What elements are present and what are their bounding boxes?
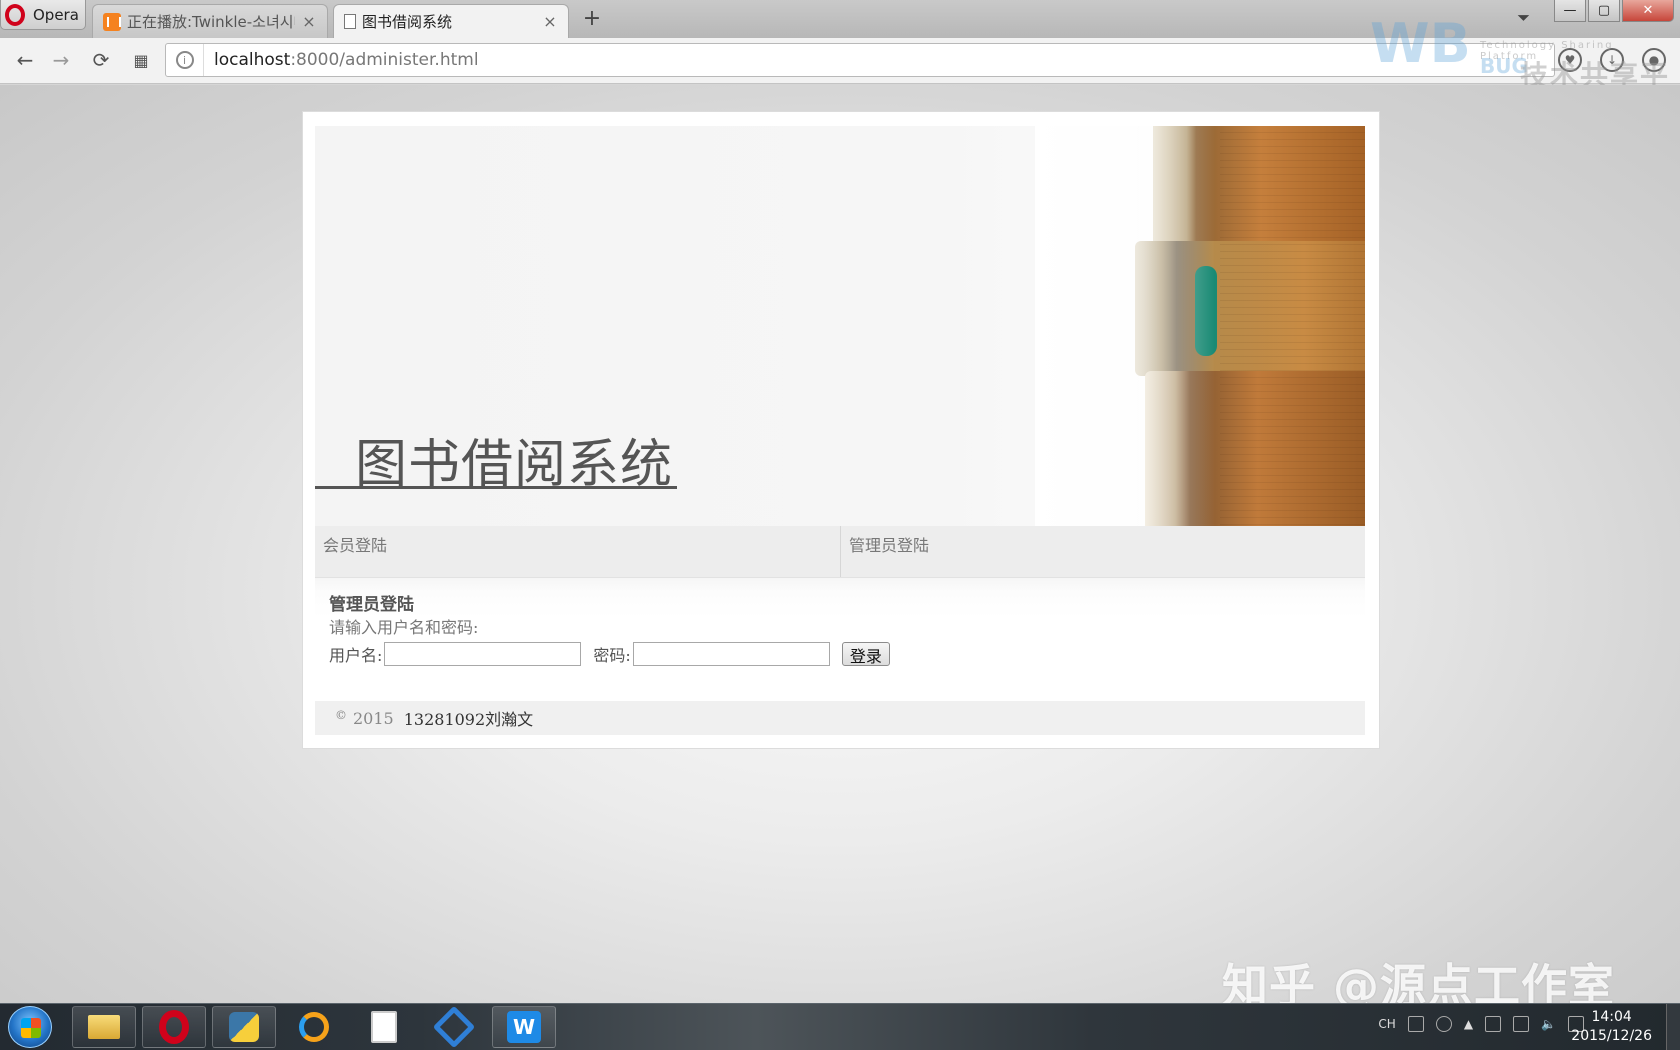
footer-author: 13281092刘瀚文 xyxy=(403,710,534,729)
volume-icon[interactable]: 🔈 xyxy=(1541,1017,1556,1031)
windows-taskbar: W CH ▲ 🔈 14:04 2015/12/26 xyxy=(0,1003,1680,1050)
account-icon[interactable]: ● xyxy=(1642,48,1666,72)
opera-menu-button[interactable]: Opera xyxy=(0,0,86,30)
copyright-symbol: © xyxy=(335,708,347,722)
close-window-button[interactable]: ✕ xyxy=(1622,0,1674,22)
network-icon[interactable] xyxy=(1513,1016,1530,1032)
window-controls: — ▢ ✕ xyxy=(1554,0,1674,22)
heart-icon[interactable]: ♥ xyxy=(1558,48,1582,72)
ie-icon xyxy=(299,1012,329,1042)
tab-music-close-icon[interactable]: × xyxy=(301,12,317,31)
header-banner: 图书借阅系统 xyxy=(315,126,1365,526)
start-button[interactable] xyxy=(8,1006,52,1048)
title-underline xyxy=(315,486,677,489)
tab-music-label: 正在播放:Twinkle-소녀시대 xyxy=(127,13,295,31)
url-host: localhost xyxy=(214,50,291,70)
taskbar-wps[interactable]: W xyxy=(492,1006,556,1048)
tab-admin-login[interactable]: 管理员登陆 xyxy=(840,526,1365,577)
tab-music[interactable]: 正在播放:Twinkle-소녀시대 × xyxy=(92,4,328,38)
tab-library-close-icon[interactable]: × xyxy=(542,12,558,31)
form-title: 管理员登陆 xyxy=(329,595,414,615)
tab-menu-icon[interactable]: ⏷ xyxy=(1517,8,1530,28)
username-input[interactable] xyxy=(384,642,582,666)
new-tab-button[interactable]: + xyxy=(580,6,604,31)
show-desktop-button[interactable] xyxy=(1666,1004,1680,1050)
forward-arrow-icon[interactable]: → xyxy=(48,48,74,72)
login-button[interactable]: 登录 xyxy=(841,642,890,666)
opera-logo-icon xyxy=(5,3,25,26)
form-prompt: 请输入用户名和密码: xyxy=(329,618,479,637)
speed-dial-grid-icon[interactable]: ▦ xyxy=(128,51,154,70)
page-favicon-icon xyxy=(344,14,356,29)
download-icon[interactable]: ↓ xyxy=(1600,48,1624,72)
python-icon xyxy=(229,1012,259,1042)
address-bar[interactable]: i localhost:8000/administer.html xyxy=(165,43,1555,77)
opera-icon xyxy=(159,1010,189,1044)
password-input[interactable] xyxy=(632,642,830,666)
copyright-year: 2015 xyxy=(353,708,394,728)
maximize-button[interactable]: ▢ xyxy=(1588,0,1620,22)
browser-titlebar: Opera 正在播放:Twinkle-소녀시대 × 图书借阅系统 × + ⏷ —… xyxy=(0,0,1680,38)
taskbar-python-idle[interactable] xyxy=(212,1006,276,1048)
address-url[interactable]: localhost:8000/administer.html xyxy=(204,50,479,70)
taskbar-opera[interactable] xyxy=(142,1006,206,1048)
browser-navbar: ← → ⟳ ▦ i localhost:8000/administer.html… xyxy=(0,38,1680,84)
taskbar-visual-studio[interactable] xyxy=(422,1005,486,1049)
site-info-icon[interactable]: i xyxy=(166,44,204,76)
language-indicator[interactable]: CH xyxy=(1378,1017,1395,1031)
tab-library-label: 图书借阅系统 xyxy=(362,13,453,31)
username-label: 用户名: xyxy=(329,646,383,665)
music-favicon-icon xyxy=(103,12,121,31)
reload-icon[interactable]: ⟳ xyxy=(88,48,114,72)
visual-studio-icon xyxy=(432,1005,476,1049)
clock-time: 14:04 xyxy=(1591,1009,1632,1025)
admin-login-form: 管理员登陆 请输入用户名和密码: 用户名: 密码: 登录 xyxy=(315,578,1365,690)
url-path: :8000/administer.html xyxy=(290,50,479,70)
taskbar-python-doc[interactable] xyxy=(352,1006,416,1048)
help-icon[interactable] xyxy=(1435,1016,1452,1032)
tab-library[interactable]: 图书借阅系统 × xyxy=(333,4,569,38)
tray-expand-icon[interactable]: ▲ xyxy=(1464,1017,1473,1031)
toolbar-right-icons: ♥ ↓ ● xyxy=(1558,48,1666,72)
document-icon xyxy=(371,1011,397,1043)
tab-member-login[interactable]: 会员登陆 xyxy=(315,526,840,577)
book-pages-texture xyxy=(1220,126,1365,526)
banner-fade xyxy=(1035,126,1215,526)
flag-icon[interactable] xyxy=(1485,1016,1502,1032)
clock-date: 2015/12/26 xyxy=(1571,1028,1652,1044)
taskbar-clock[interactable]: 14:04 2015/12/26 xyxy=(1571,1008,1652,1046)
wps-icon: W xyxy=(507,1011,541,1043)
credentials-row: 用户名: 密码: 登录 xyxy=(329,642,890,666)
minimize-button[interactable]: — xyxy=(1554,0,1586,22)
system-tray: CH ▲ 🔈 xyxy=(1378,1016,1584,1032)
back-arrow-icon[interactable]: ← xyxy=(12,48,38,72)
taskbar-ie[interactable] xyxy=(282,1006,346,1048)
folder-icon xyxy=(88,1015,120,1039)
page-footer: © 2015 13281092刘瀚文 xyxy=(315,701,1365,735)
password-label: 密码: xyxy=(593,646,631,665)
opera-menu-label: Opera xyxy=(33,5,79,24)
login-tabs: 会员登陆 管理员登陆 xyxy=(315,526,1365,578)
keyboard-icon[interactable] xyxy=(1407,1016,1424,1032)
taskbar-explorer[interactable] xyxy=(72,1006,136,1048)
page-viewport: 图书借阅系统 会员登陆 管理员登陆 管理员登陆 请输入用户名和密码: 用户名: … xyxy=(0,85,1680,1003)
page-container: 图书借阅系统 会员登陆 管理员登陆 管理员登陆 请输入用户名和密码: 用户名: … xyxy=(302,111,1380,749)
